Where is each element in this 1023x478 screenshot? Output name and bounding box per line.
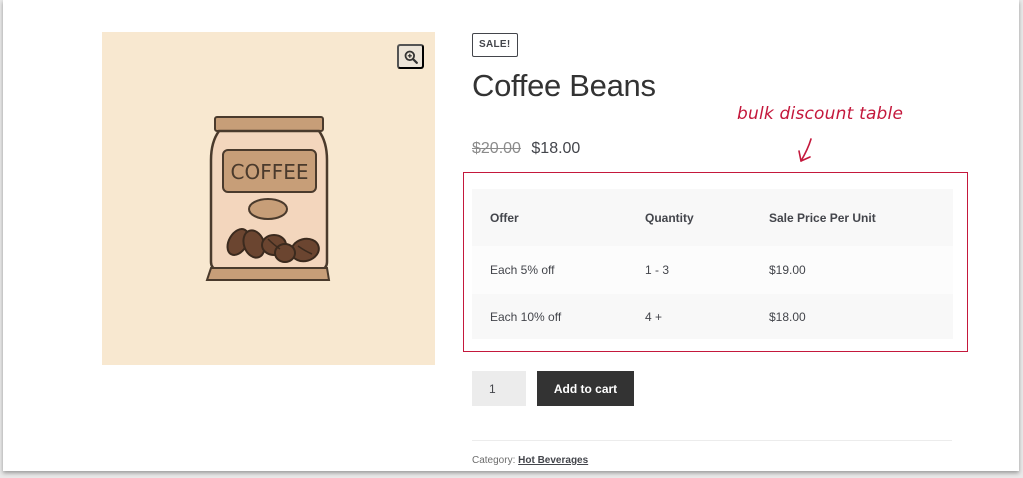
coffee-label-text: COFFEE — [231, 160, 309, 184]
zoom-button[interactable] — [397, 44, 424, 69]
quantity-input[interactable] — [472, 371, 526, 406]
header-sale-price: Sale Price Per Unit — [769, 210, 876, 225]
add-to-cart-button[interactable]: Add to cart — [537, 371, 634, 406]
product-meta: Category: Hot Beverages — [472, 455, 588, 466]
cell-offer: Each 10% off — [490, 309, 562, 324]
table-row: Each 10% off 4 + $18.00 — [472, 294, 953, 339]
product-title: Coffee Beans — [472, 68, 656, 103]
bulk-discount-table: Offer Quantity Sale Price Per Unit Each … — [472, 189, 953, 339]
header-quantity: Quantity — [645, 210, 694, 225]
cell-price: $18.00 — [769, 309, 806, 324]
divider — [472, 440, 952, 441]
annotation-arrow-icon — [798, 138, 812, 162]
category-link[interactable]: Hot Beverages — [518, 455, 588, 466]
header-offer: Offer — [490, 210, 519, 225]
product-price: $20.00 $18.00 — [472, 140, 580, 158]
cell-price: $19.00 — [769, 263, 806, 277]
cell-offer: Each 5% off — [490, 263, 555, 277]
table-row: Each 5% off 1 - 3 $19.00 — [472, 246, 953, 294]
coffee-bag-illustration: COFFEE — [205, 116, 331, 281]
regular-price: $20.00 — [472, 140, 521, 157]
category-label: Category: — [472, 455, 516, 466]
sale-badge: SALE! — [472, 33, 518, 57]
table-header-row: Offer Quantity Sale Price Per Unit — [472, 189, 953, 246]
zoom-in-icon — [404, 50, 418, 64]
annotation-label: bulk discount table — [737, 104, 904, 124]
sale-price: $18.00 — [531, 140, 581, 157]
cell-quantity: 4 + — [645, 309, 663, 324]
cell-quantity: 1 - 3 — [645, 263, 670, 277]
